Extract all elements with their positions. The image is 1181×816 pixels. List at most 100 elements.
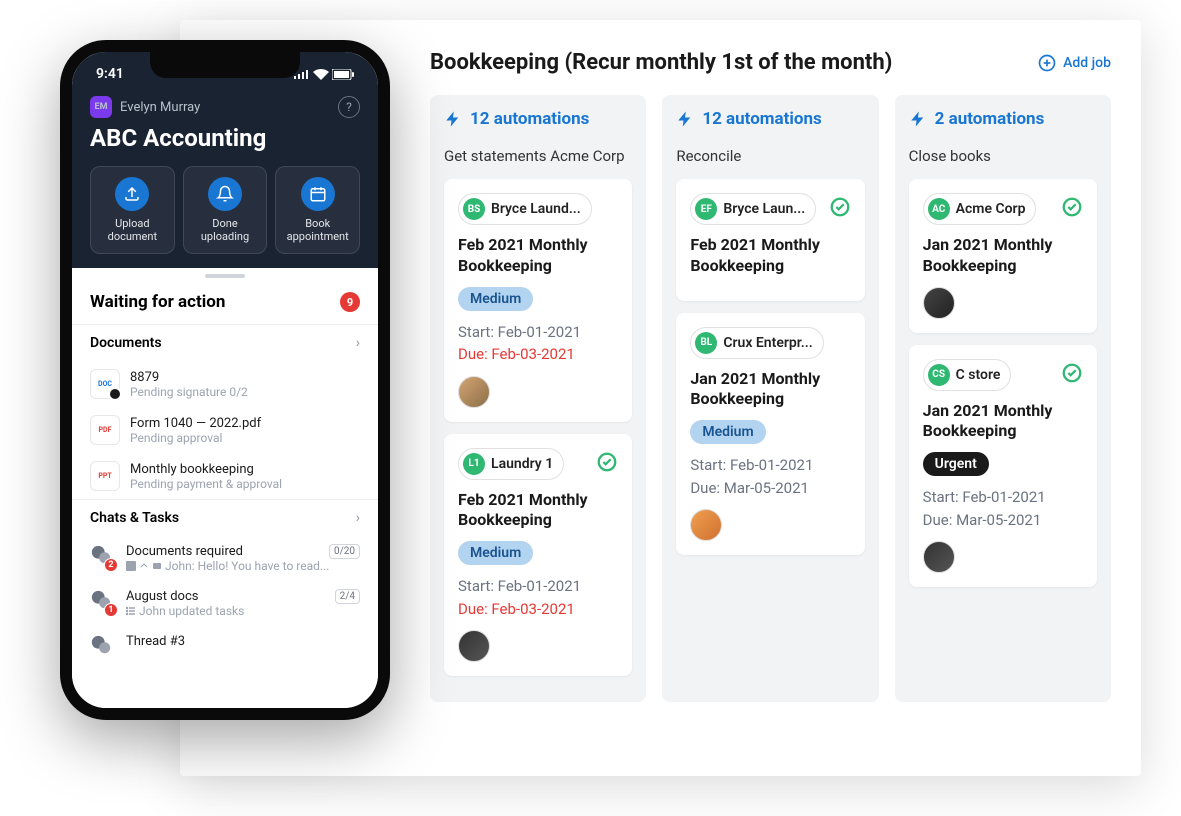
board-header: Bookkeeping (Recur monthly 1st of the mo… <box>430 50 1111 75</box>
assignee-avatar[interactable] <box>690 509 722 541</box>
client-badge: EF <box>695 198 717 220</box>
job-card[interactable]: BS Bryce Laund... Feb 2021 Monthly Bookk… <box>444 179 632 422</box>
automations-link[interactable]: 12 automations <box>676 109 864 129</box>
column-title: Reconcile <box>676 147 864 165</box>
plus-circle-icon <box>1037 53 1057 73</box>
document-status: Pending signature 0/2 <box>130 385 360 399</box>
client-pill[interactable]: EF Bryce Laun... <box>690 193 816 225</box>
unread-badge: 2 <box>104 558 118 572</box>
kanban-column: 2 automations Close books AC Acme Corp J… <box>895 95 1111 702</box>
start-date: Start: Feb-01-2021 <box>690 454 850 477</box>
chat-title: Documents required <box>126 544 243 559</box>
status-indicators <box>294 66 354 82</box>
action-icon-circle <box>115 177 149 211</box>
job-card[interactable]: L1 Laundry 1 Feb 2021 Monthly Bookkeepin… <box>444 434 632 677</box>
task-count-badge: 0/20 <box>329 544 360 559</box>
automations-link[interactable]: 2 automations <box>909 109 1097 129</box>
task-count-badge: 2/4 <box>335 589 360 604</box>
priority-badge: Medium <box>458 287 533 311</box>
document-item[interactable]: DOC 8879 Pending signature 0/2 <box>72 361 378 407</box>
card-title: Jan 2021 Monthly Bookkeeping <box>923 401 1083 443</box>
add-job-label: Add job <box>1063 55 1111 71</box>
priority-badge: Medium <box>690 420 765 444</box>
waiting-title: Waiting for action <box>90 292 225 312</box>
chats-list: 2 Documents required 0/20 John: Hello! Y… <box>72 536 378 668</box>
card-dates: Start: Feb-01-2021 Due: Feb-03-2021 <box>458 321 618 366</box>
unread-badge: 1 <box>104 603 118 617</box>
automations-link[interactable]: 12 automations <box>444 109 632 129</box>
document-title: Form 1040 — 2022.pdf <box>130 416 360 431</box>
kanban-column: 12 automations Reconcile EF Bryce Laun..… <box>662 95 878 702</box>
client-pill[interactable]: BL Crux Enterpr... <box>690 327 823 359</box>
card-title: Feb 2021 Monthly Bookkeeping <box>458 490 618 532</box>
client-row: EF Bryce Laun... <box>690 193 850 225</box>
start-date: Start: Feb-01-2021 <box>458 321 618 344</box>
signature-overlay-icon <box>108 387 122 401</box>
job-card[interactable]: BL Crux Enterpr... Jan 2021 Monthly Book… <box>676 313 864 556</box>
card-dates: Start: Feb-01-2021 Due: Mar-05-2021 <box>690 454 850 499</box>
assignee-avatar[interactable] <box>458 376 490 408</box>
chats-label: Chats & Tasks <box>90 510 179 526</box>
chat-text: Documents required 0/20 John: Hello! You… <box>126 544 360 573</box>
automations-count: 12 automations <box>470 109 589 129</box>
assignee-avatar[interactable] <box>923 287 955 319</box>
quick-action-card[interactable]: Done uploading <box>183 166 268 254</box>
documents-section-header[interactable]: Documents › <box>72 324 378 361</box>
client-badge: AC <box>928 198 950 220</box>
quick-action-card[interactable]: Book appointment <box>275 166 360 254</box>
document-item[interactable]: PPT Monthly bookkeeping Pending payment … <box>72 453 378 499</box>
action-icon-circle <box>301 177 335 211</box>
client-pill[interactable]: L1 Laundry 1 <box>458 448 564 480</box>
check-circle-icon <box>596 451 618 477</box>
phone-notch <box>150 52 300 78</box>
job-card[interactable]: AC Acme Corp Jan 2021 Monthly Bookkeepin… <box>909 179 1097 333</box>
chat-bubble-icon: 1 <box>90 589 116 615</box>
chat-title: August docs <box>126 589 199 604</box>
chat-item[interactable]: 2 Documents required 0/20 John: Hello! Y… <box>72 536 378 581</box>
document-title: Monthly bookkeeping <box>130 462 360 477</box>
client-pill[interactable]: BS Bryce Laund... <box>458 193 592 225</box>
chat-text: August docs 2/4 John updated tasks <box>126 589 360 618</box>
column-title: Get statements Acme Corp <box>444 147 632 165</box>
client-pill[interactable]: CS C store <box>923 359 1012 391</box>
add-job-button[interactable]: Add job <box>1037 53 1111 73</box>
chat-text: Thread #3 <box>126 634 360 649</box>
client-name: Acme Corp <box>956 201 1026 217</box>
chats-section-header[interactable]: Chats & Tasks › <box>72 499 378 536</box>
due-date: Due: Mar-05-2021 <box>690 477 850 500</box>
help-button[interactable]: ? <box>338 96 360 118</box>
document-status: Pending approval <box>130 431 360 445</box>
chat-item[interactable]: Thread #3 <box>72 626 378 668</box>
card-title: Feb 2021 Monthly Bookkeeping <box>690 235 850 277</box>
start-date: Start: Feb-01-2021 <box>458 575 618 598</box>
quick-action-card[interactable]: Upload document <box>90 166 175 254</box>
company-title: ABC Accounting <box>90 124 360 152</box>
wifi-icon <box>313 69 329 80</box>
board-title: Bookkeeping (Recur monthly 1st of the mo… <box>430 50 892 75</box>
client-name: Bryce Laund... <box>491 201 581 217</box>
job-card[interactable]: CS C store Jan 2021 Monthly Bookkeeping U… <box>909 345 1097 588</box>
file-icon: DOC <box>90 369 120 399</box>
action-label: Upload document <box>95 217 170 243</box>
chat-item[interactable]: 1 August docs 2/4 John updated tasks <box>72 581 378 626</box>
user-info[interactable]: EM Evelyn Murray <box>90 96 200 118</box>
phone-mockup: 9:41 EM Evelyn Murray ? ABC Accounting U… <box>60 40 390 720</box>
client-row: BL Crux Enterpr... <box>690 327 850 359</box>
battery-icon <box>332 69 354 80</box>
priority-badge: Urgent <box>923 452 989 476</box>
client-pill[interactable]: AC Acme Corp <box>923 193 1037 225</box>
priority-badge: Medium <box>458 541 533 565</box>
assignee-avatar[interactable] <box>458 630 490 662</box>
document-item[interactable]: PDF Form 1040 — 2022.pdf Pending approva… <box>72 407 378 453</box>
drag-handle[interactable] <box>205 274 245 278</box>
job-card[interactable]: EF Bryce Laun... Feb 2021 Monthly Bookke… <box>676 179 864 301</box>
client-badge: BS <box>463 198 485 220</box>
assignee-avatar[interactable] <box>923 541 955 573</box>
client-badge: BL <box>695 332 717 354</box>
client-row: L1 Laundry 1 <box>458 448 618 480</box>
automations-count: 12 automations <box>702 109 821 129</box>
card-title: Jan 2021 Monthly Bookkeeping <box>923 235 1083 277</box>
document-text: Form 1040 — 2022.pdf Pending approval <box>130 416 360 445</box>
phone-header: 9:41 EM Evelyn Murray ? ABC Accounting U… <box>72 52 378 268</box>
user-row: EM Evelyn Murray ? <box>90 96 360 118</box>
